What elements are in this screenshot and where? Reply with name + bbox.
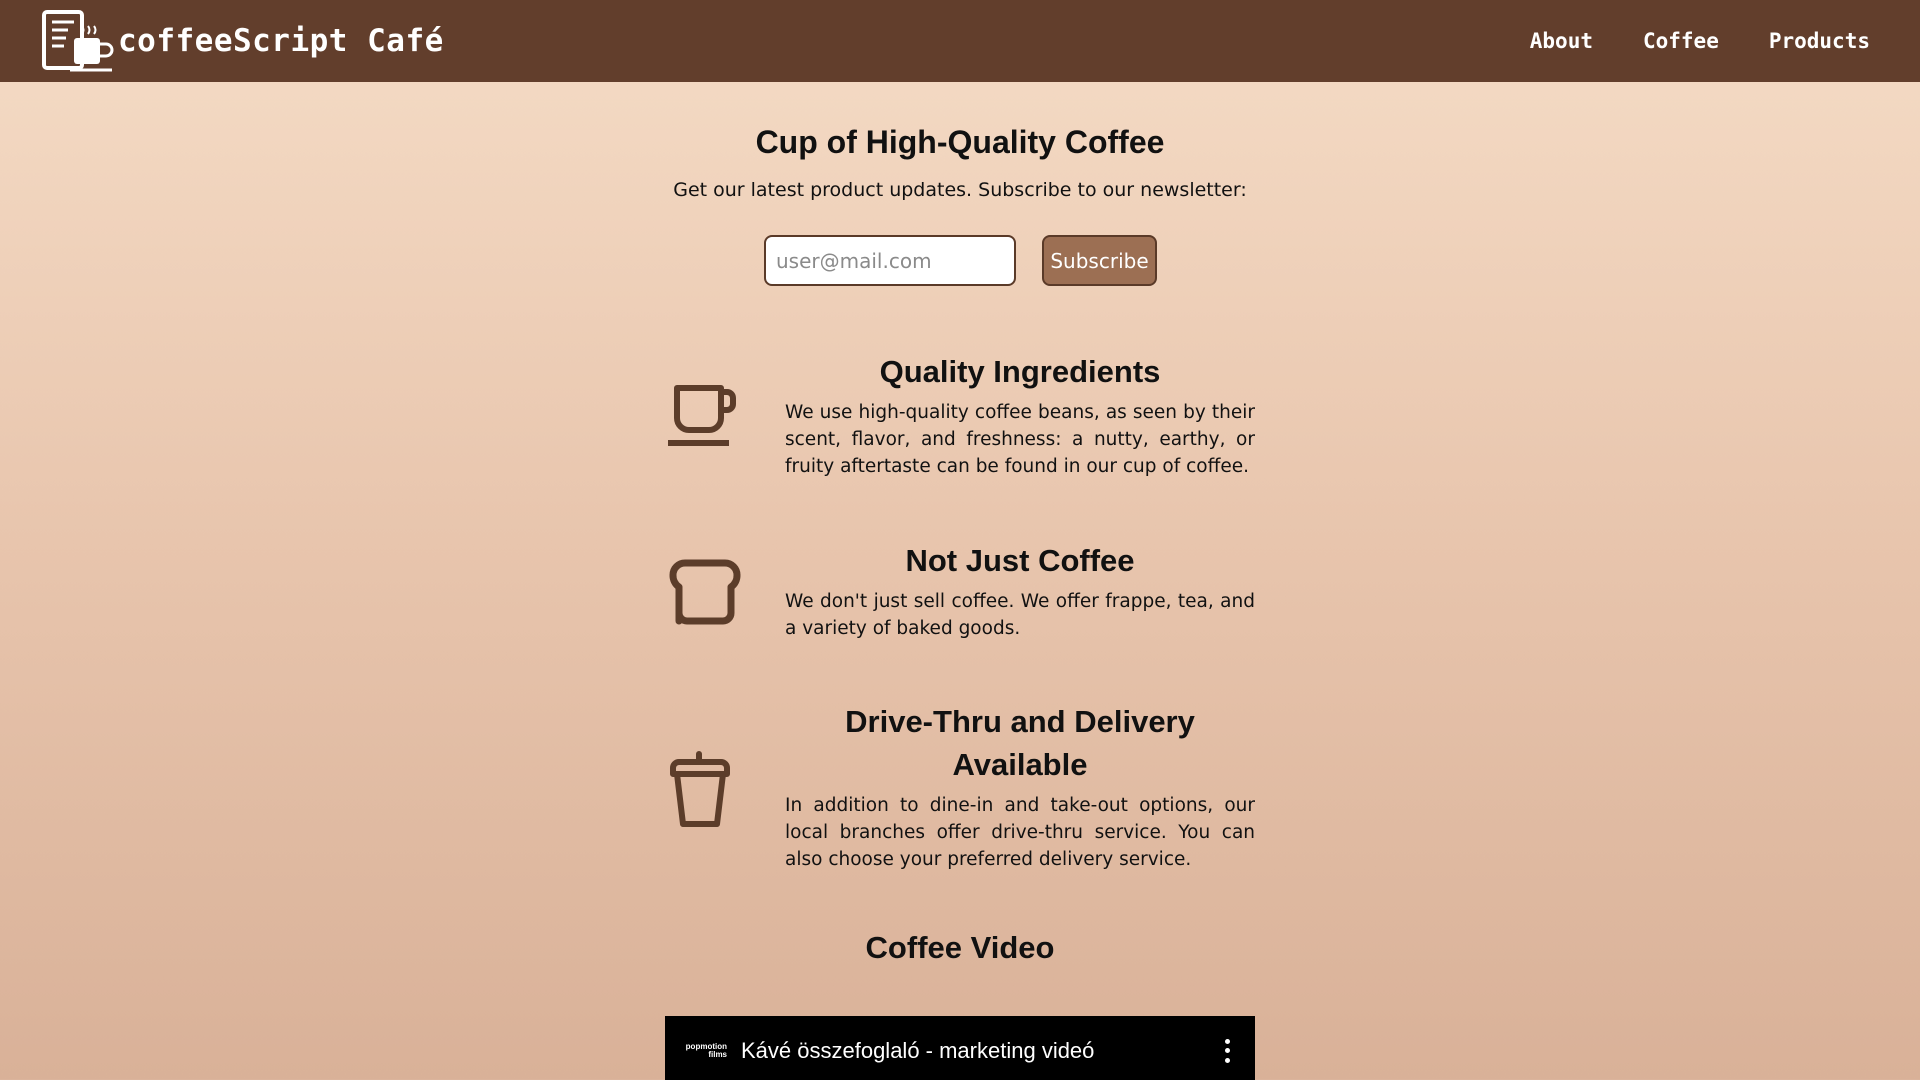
bread-icon bbox=[669, 559, 741, 625]
feature-quality-ingredients: Quality Ingredients We use high-quality … bbox=[665, 350, 1255, 500]
brand-name: coffeeScript Café bbox=[118, 23, 444, 59]
feature-drive-thru-delivery: Drive-Thru and Delivery Available In add… bbox=[665, 700, 1255, 880]
nav-menu: About Coffee Products bbox=[1530, 0, 1870, 82]
video-title[interactable]: Kávé összefoglaló - marketing videó bbox=[741, 1038, 1217, 1064]
takeaway-cup-icon bbox=[670, 751, 730, 827]
feature-text: We don't just sell coffee. We offer frap… bbox=[785, 591, 1255, 639]
feature-body: Drive-Thru and Delivery Available In add… bbox=[785, 700, 1255, 873]
feature-not-just-coffee: Not Just Coffee We don't just sell coffe… bbox=[665, 539, 1255, 649]
brand[interactable]: coffeeScript Café bbox=[40, 8, 444, 74]
subscribe-button[interactable]: Subscribe bbox=[1042, 235, 1157, 286]
feature-title: Quality Ingredients bbox=[879, 354, 1161, 389]
more-options-icon[interactable] bbox=[1217, 1037, 1237, 1065]
feature-text: We use high-quality coffee beans, as see… bbox=[785, 402, 1255, 477]
nav-products[interactable]: Products bbox=[1769, 29, 1870, 53]
feature-title: Not Just Coffee bbox=[905, 543, 1135, 578]
feature-text: In addition to dine-in and take-out opti… bbox=[785, 795, 1255, 870]
hero-title: Cup of High-Quality Coffee bbox=[755, 124, 1165, 160]
logo-icon bbox=[42, 10, 114, 72]
feature-title: Drive-Thru and Delivery Available bbox=[845, 704, 1195, 782]
channel-logo[interactable]: popmotion films bbox=[683, 1043, 727, 1059]
hero-subtitle: Get our latest product updates. Subscrib… bbox=[673, 179, 1247, 201]
feature-body: Quality Ingredients We use high-quality … bbox=[785, 350, 1255, 480]
video-section-title: Coffee Video bbox=[865, 930, 1055, 965]
coffee-cup-icon bbox=[668, 385, 736, 446]
nav-coffee[interactable]: Coffee bbox=[1643, 29, 1719, 53]
nav-about[interactable]: About bbox=[1530, 29, 1593, 53]
email-input[interactable] bbox=[764, 235, 1016, 286]
feature-body: Not Just Coffee We don't just sell coffe… bbox=[785, 539, 1255, 642]
navbar: coffeeScript Café About Coffee Products bbox=[0, 0, 1920, 82]
video-player[interactable]: popmotion films Kávé összefoglaló - mark… bbox=[665, 1016, 1255, 1080]
newsletter-form: Subscribe bbox=[764, 235, 1157, 286]
